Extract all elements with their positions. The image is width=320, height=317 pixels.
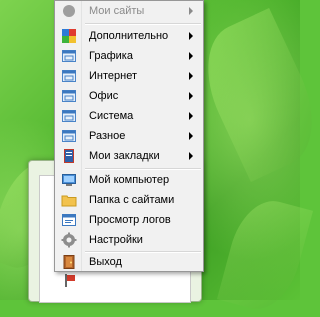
menu-item-label: Выход [89, 256, 122, 268]
submenu-arrow-icon [189, 92, 193, 100]
menu-item-label: Разное [89, 130, 126, 142]
blocks-icon [61, 28, 77, 44]
menu-item-label: Система [89, 110, 134, 122]
window-icon [61, 68, 77, 84]
menu-item-graphics[interactable]: Графика [55, 46, 203, 66]
wallpaper-leaf [187, 8, 320, 182]
folder-icon [61, 192, 77, 208]
menu-item-label: Просмотр логов [89, 214, 171, 226]
status-dot-icon [61, 3, 77, 19]
window-icon [61, 108, 77, 124]
menu-item-my-computer[interactable]: Мой компьютер [55, 170, 203, 190]
menu-item-additional[interactable]: Дополнительно [55, 26, 203, 46]
menu-item-bookmarks[interactable]: Мои закладки [55, 146, 203, 166]
gear-icon [61, 232, 77, 248]
menu-item-label: Графика [89, 50, 133, 62]
menu-item-label: Мой компьютер [89, 174, 170, 186]
submenu-arrow-icon [189, 52, 193, 60]
menu-item-exit[interactable]: Выход [55, 252, 203, 272]
bookmarks-icon [61, 148, 77, 164]
menu-item-label: Мои сайты [89, 5, 145, 17]
menu-item-label: Настройки [89, 234, 143, 246]
menu-item-label: Офис [89, 90, 119, 102]
menu-item-view-logs[interactable]: Просмотр логов [55, 210, 203, 230]
menu-separator [85, 23, 201, 25]
window-icon [61, 128, 77, 144]
context-menu: Мои сайты Дополнительно Графика Интернет… [54, 0, 204, 272]
window-icon [61, 88, 77, 104]
submenu-arrow-icon [189, 132, 193, 140]
window-icon [61, 48, 77, 64]
menu-item-label: Мои закладки [89, 150, 160, 162]
menu-item-system[interactable]: Система [55, 106, 203, 126]
menu-item-label: Интернет [89, 70, 137, 82]
computer-icon [61, 172, 77, 188]
menu-item-label: Папка с сайтами [89, 194, 175, 206]
log-icon [61, 212, 77, 228]
door-icon [61, 254, 77, 270]
menu-item-sites-folder[interactable]: Папка с сайтами [55, 190, 203, 210]
menu-item-my-sites[interactable]: Мои сайты [55, 1, 203, 21]
menu-item-internet[interactable]: Интернет [55, 66, 203, 86]
menu-item-misc[interactable]: Разное [55, 126, 203, 146]
menu-item-label: Дополнительно [89, 30, 169, 42]
wallpaper-leaf [216, 192, 314, 317]
submenu-arrow-icon [189, 112, 193, 120]
submenu-arrow-icon [189, 7, 193, 15]
flag-icon [62, 272, 78, 288]
submenu-arrow-icon [189, 32, 193, 40]
submenu-arrow-icon [189, 152, 193, 160]
menu-item-settings[interactable]: Настройки [55, 230, 203, 250]
submenu-arrow-icon [189, 72, 193, 80]
menu-item-office[interactable]: Офис [55, 86, 203, 106]
